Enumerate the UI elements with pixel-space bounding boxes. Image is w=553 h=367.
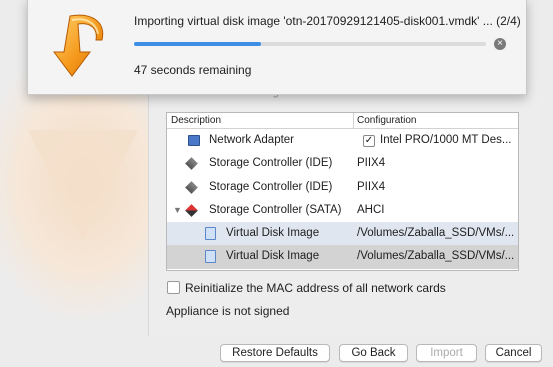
- header-configuration[interactable]: Configuration: [357, 115, 416, 126]
- row-description: Virtual Disk Image: [226, 227, 320, 240]
- progress-title: Importing virtual disk image 'otn-201709…: [134, 14, 521, 28]
- row-description: Storage Controller (SATA): [209, 203, 342, 216]
- row-description: Virtual Disk Image: [226, 250, 320, 263]
- header-description[interactable]: Description: [171, 115, 221, 126]
- header-separator: [353, 113, 354, 128]
- reinitialize-mac-label: Reinitialize the MAC address of all netw…: [185, 281, 446, 295]
- signature-status: Appliance is not signed: [166, 304, 290, 318]
- row-configuration: PIIX4: [357, 180, 386, 193]
- row-configuration: /Volumes/Zaballa_SSD/VMs/...: [357, 250, 515, 263]
- table-row[interactable]: Storage Controller (IDE) PIIX4: [167, 176, 518, 199]
- disclosure-triangle-icon[interactable]: ▼: [173, 205, 182, 215]
- row-description: Storage Controller (IDE): [209, 180, 333, 193]
- sata-controller-icon: [185, 204, 198, 217]
- progress-bar-fill: [134, 42, 261, 46]
- table-row[interactable]: Storage Controller (IDE) PIIX4: [167, 152, 518, 175]
- table-row[interactable]: Virtual Disk Image /Volumes/Zaballa_SSD/…: [167, 222, 518, 246]
- table-row[interactable]: Network Adapter ✓ Intel PRO/1000 MT Des.…: [167, 129, 518, 152]
- import-progress-sheet: Importing virtual disk image 'otn-201709…: [27, 0, 527, 95]
- restore-defaults-button[interactable]: Restore Defaults: [220, 344, 330, 362]
- import-button[interactable]: Import: [416, 344, 477, 362]
- cancel-import-icon[interactable]: ×: [494, 38, 506, 50]
- go-back-button[interactable]: Go Back: [339, 344, 408, 362]
- table-header: Description Configuration: [167, 113, 518, 129]
- cancel-button[interactable]: Cancel: [485, 344, 542, 362]
- disk-image-icon: [205, 227, 216, 241]
- time-remaining: 47 seconds remaining: [134, 63, 252, 77]
- row-description: Storage Controller (IDE): [209, 157, 333, 170]
- progress-bar: [134, 42, 486, 46]
- row-configuration: PIIX4: [357, 157, 386, 170]
- table-row-selected[interactable]: Virtual Disk Image /Volumes/Zaballa_SSD/…: [167, 245, 518, 269]
- row-description: Network Adapter: [209, 134, 295, 146]
- disk-image-icon: [205, 250, 216, 264]
- storage-controller-icon: [185, 157, 198, 171]
- row-configuration: /Volumes/Zaballa_SSD/VMs/...: [357, 227, 515, 240]
- storage-controller-icon: [185, 180, 198, 194]
- reinitialize-mac-option[interactable]: Reinitialize the MAC address of all netw…: [167, 281, 446, 295]
- background-logo-arrow: [28, 130, 138, 240]
- virtualbox-import-icon: [53, 14, 104, 77]
- appliance-settings-table[interactable]: Description Configuration Network Adapte…: [166, 112, 519, 271]
- reinitialize-mac-checkbox[interactable]: [167, 281, 180, 294]
- table-row[interactable]: ▼ Storage Controller (SATA) AHCI: [167, 199, 518, 222]
- network-adapter-icon: [188, 135, 200, 146]
- network-adapter-checkbox[interactable]: ✓: [363, 135, 375, 147]
- row-configuration: Intel PRO/1000 MT Des...: [380, 134, 512, 146]
- row-configuration: AHCI: [357, 203, 385, 216]
